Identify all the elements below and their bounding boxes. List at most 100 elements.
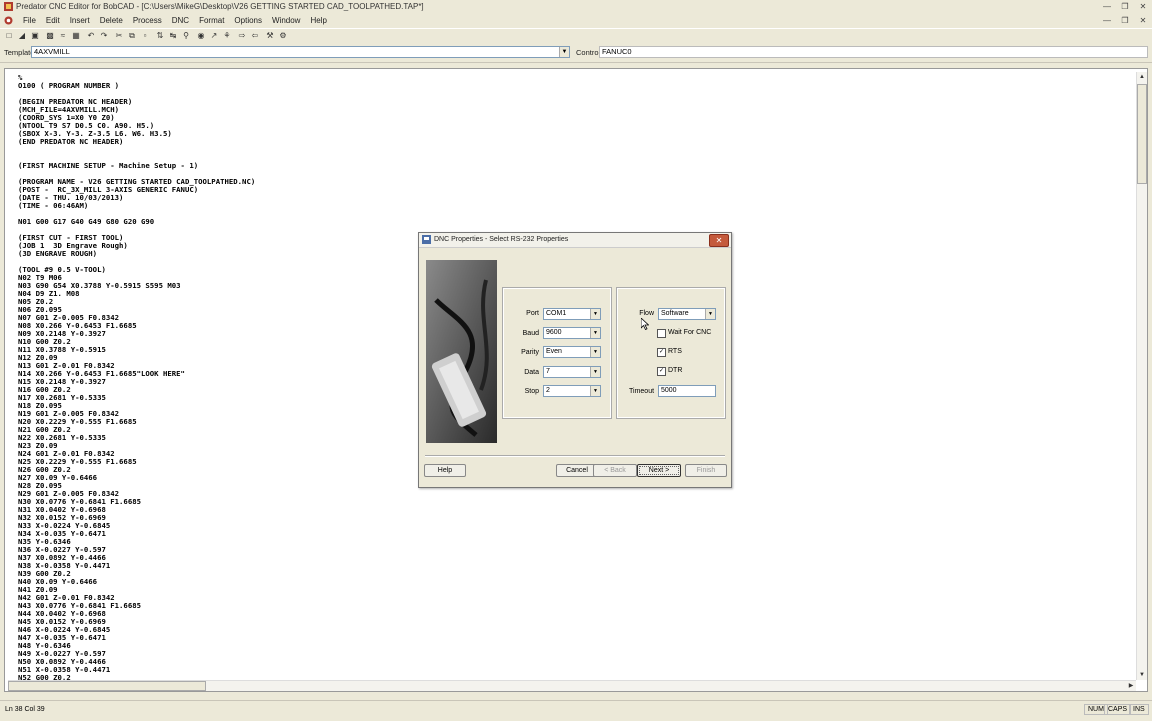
menu-bar: File Edit Insert Delete Process DNC Format Opti… [0, 14, 1152, 27]
code-line: N45 X0.0152 Y-0.6969 [18, 617, 106, 626]
control-field[interactable]: FANUC0 [599, 46, 1148, 58]
code-line: N29 G01 Z-0.005 F0.8342 [18, 489, 120, 498]
code-line: N35 Y-0.6346 [18, 537, 71, 546]
code-line: (COORD_SYS 1=X0 Y0 Z0) [18, 113, 115, 122]
menu-item-help[interactable]: Help [305, 16, 331, 25]
code-line: N48 Y-0.6346 [18, 641, 71, 650]
code-line: O100 ( PROGRAM NUMBER ) [18, 81, 120, 90]
timeout-value: 5000 [661, 387, 677, 394]
binoculars-icon[interactable]: ◉ [196, 31, 206, 41]
menu-item-delete[interactable]: Delete [95, 16, 128, 25]
copy-icon[interactable]: ⧉ [127, 31, 137, 41]
control-value: FANUC0 [602, 47, 632, 56]
dnc-icon[interactable]: ≈ [58, 31, 68, 41]
scroll-up-icon[interactable]: ▲ [1137, 72, 1147, 82]
help-button[interactable]: Help [424, 464, 466, 477]
code-line: N32 X0.0152 Y-0.6969 [18, 513, 106, 522]
next-button[interactable]: Next > [637, 464, 681, 477]
menu-item-edit[interactable]: Edit [41, 16, 65, 25]
chevron-down-icon: ▼ [559, 47, 569, 57]
menu-item-window[interactable]: Window [267, 16, 305, 25]
timeout-label: Timeout [629, 388, 655, 395]
code-line: (TIME - 06:46AM) [18, 201, 89, 210]
timeout-input[interactable]: 5000 [658, 385, 716, 397]
rts-label: RTS [668, 348, 682, 355]
mdi-close-icon[interactable]: ✕ [1135, 15, 1151, 27]
stop-bits-select[interactable]: 2 ▼ [543, 385, 601, 397]
document-icon[interactable] [4, 16, 13, 25]
grid-icon[interactable]: ▦ [71, 31, 81, 41]
dialog-icon [422, 235, 431, 244]
mouse-cursor-icon [641, 318, 649, 330]
code-line: N43 X0.0776 Y-0.6841 F1.6685 [18, 601, 142, 610]
undo-icon[interactable]: ↶ [86, 31, 96, 41]
code-line: (POST - RC_3X_MILL 3-AXIS GENERIC FANUC) [18, 185, 199, 194]
renumber-icon[interactable]: ⇅ [155, 31, 165, 41]
flow-value: Software [661, 310, 689, 317]
chevron-down-icon: ▼ [590, 309, 600, 319]
print-icon[interactable]: ▩ [45, 31, 55, 41]
paste-icon[interactable]: ▫ [140, 31, 150, 41]
find-icon[interactable]: ⚲ [181, 31, 191, 41]
menu-item-options[interactable]: Options [229, 16, 267, 25]
menu-item-format[interactable]: Format [194, 16, 229, 25]
code-line: N01 G00 G17 G40 G49 G80 G20 G90 [18, 217, 155, 226]
data-bits-select[interactable]: 7 ▼ [543, 366, 601, 378]
tool-icon[interactable]: ⚒ [265, 31, 275, 41]
menu-item-insert[interactable]: Insert [65, 16, 95, 25]
redo-icon[interactable]: ↷ [99, 31, 109, 41]
vertical-scroll-thumb[interactable] [1137, 84, 1147, 184]
parity-select[interactable]: Even ▼ [543, 346, 601, 358]
dialog-close-icon[interactable]: ✕ [709, 234, 729, 247]
finish-button[interactable]: Finish [685, 464, 727, 477]
code-line: (DATE - THU. 10/03/2013) [18, 193, 124, 202]
restore-icon[interactable]: ❐ [1117, 1, 1133, 13]
scroll-right-icon[interactable]: ▶ [1126, 681, 1136, 691]
horizontal-scrollbar[interactable]: ▶ [8, 680, 1136, 691]
dtr-checkbox[interactable]: ✓ [657, 367, 666, 376]
flow-select[interactable]: Software ▼ [658, 308, 716, 320]
insert-icon[interactable]: ↹ [168, 31, 178, 41]
control-label: Control [576, 48, 601, 57]
save-icon[interactable]: ▣ [30, 31, 40, 41]
stop-bits-value: 2 [546, 387, 550, 394]
menu-item-dnc[interactable]: DNC [167, 16, 194, 25]
code-line: N46 X-0.0224 Y-0.6845 [18, 625, 111, 634]
code-line: N42 G01 Z-0.01 F0.8342 [18, 593, 115, 602]
flow-label: Flow [639, 310, 654, 317]
new-file-icon[interactable]: □ [4, 31, 14, 41]
toolbar: □ ◢ ▣ ▩ ≈ ▦ ↶ ↷ ✂ ⧉ ▫ ⇅ ↹ ⚲ ◉ ↗ ⚘ ⇨ ⇦ ⚒ … [0, 28, 1152, 45]
minimize-icon[interactable]: — [1099, 1, 1115, 13]
menu-item-file[interactable]: File [18, 16, 41, 25]
settings-icon[interactable]: ⚙ [278, 31, 288, 41]
cancel-button[interactable]: Cancel [556, 464, 598, 477]
sync-icon[interactable]: ⚘ [222, 31, 232, 41]
menu-item-process[interactable]: Process [128, 16, 167, 25]
code-line: N40 X0.09 Y-0.6466 [18, 577, 98, 586]
scroll-down-icon[interactable]: ▼ [1137, 670, 1147, 680]
send-icon[interactable]: ⇨ [237, 31, 247, 41]
dtr-label: DTR [668, 367, 683, 374]
mdi-minimize-icon[interactable]: — [1099, 15, 1115, 27]
template-select[interactable]: 4AXVMILL ▼ [31, 46, 570, 58]
open-file-icon[interactable]: ◢ [17, 31, 27, 41]
wait-for-cnc-label: Wait For CNC [668, 329, 712, 336]
caps-indicator: CAPS [1104, 704, 1132, 715]
close-icon[interactable]: ✕ [1135, 1, 1151, 13]
rts-checkbox[interactable]: ✓ [657, 348, 666, 357]
receive-icon[interactable]: ⇦ [250, 31, 260, 41]
baud-select[interactable]: 9600 ▼ [543, 327, 601, 339]
backplot-icon[interactable]: ↗ [209, 31, 219, 41]
cut-icon[interactable]: ✂ [114, 31, 124, 41]
mdi-restore-icon[interactable]: ❐ [1117, 15, 1133, 27]
port-select[interactable]: COM1 ▼ [543, 308, 601, 320]
wait-for-cnc-checkbox[interactable] [657, 329, 666, 338]
code-line: N38 X-0.0358 Y-0.4471 [18, 561, 111, 570]
chevron-down-icon: ▼ [590, 367, 600, 377]
chevron-down-icon: ▼ [590, 386, 600, 396]
app-icon [4, 2, 13, 11]
vertical-scrollbar[interactable]: ▲ ▼ [1136, 72, 1147, 680]
back-button[interactable]: < Back [593, 464, 637, 477]
horizontal-scroll-thumb[interactable] [8, 681, 206, 691]
code-line: N36 X-0.0227 Y-0.597 [18, 545, 106, 554]
